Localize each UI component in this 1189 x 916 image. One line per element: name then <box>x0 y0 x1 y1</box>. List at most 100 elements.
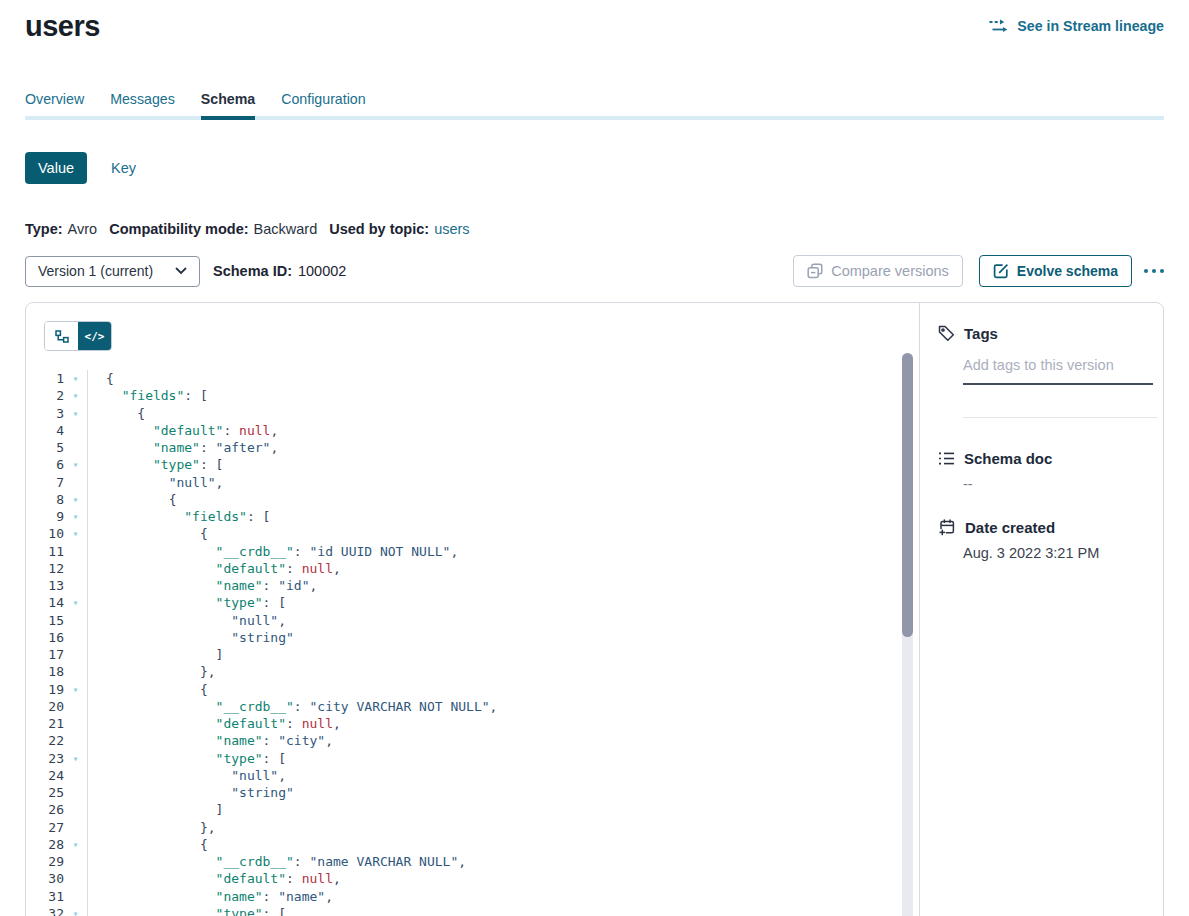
code-text: "fields": [ <box>87 508 895 525</box>
fold-spacer <box>64 819 87 836</box>
line-number: 24 <box>26 767 64 784</box>
compare-versions-button[interactable]: Compare versions <box>793 255 963 287</box>
code-line: 28▾ { <box>26 836 895 853</box>
fold-toggle-icon[interactable]: ▾ <box>64 594 87 611</box>
schema-panel: </> 1▾{2▾ "fields": [3▾ {4 "default": nu… <box>25 302 1164 916</box>
fold-toggle-icon[interactable]: ▾ <box>64 456 87 473</box>
fold-toggle-icon[interactable]: ▾ <box>64 370 87 387</box>
code-line: 14▾ "type": [ <box>26 594 895 611</box>
code-text: "type": [ <box>87 456 895 473</box>
code-text: ] <box>87 801 895 818</box>
scrollbar-thumb[interactable] <box>902 353 913 637</box>
fold-toggle-icon[interactable]: ▾ <box>64 491 87 508</box>
line-number: 19 <box>26 681 64 698</box>
evolve-schema-button[interactable]: Evolve schema <box>979 255 1132 287</box>
tab-configuration[interactable]: Configuration <box>281 91 365 116</box>
line-number: 17 <box>26 646 64 663</box>
tree-view-button[interactable] <box>45 322 78 350</box>
fold-spacer <box>64 629 87 646</box>
line-number: 26 <box>26 801 64 818</box>
code-text: "type": [ <box>87 905 895 916</box>
code-text: "name": "after", <box>87 439 895 456</box>
stream-lineage-link[interactable]: See in Stream lineage <box>989 18 1164 34</box>
code-text: "default": null, <box>87 715 895 732</box>
tab-schema[interactable]: Schema <box>201 91 255 116</box>
code-line: 23▾ "type": [ <box>26 750 895 767</box>
line-number: 23 <box>26 750 64 767</box>
line-number: 27 <box>26 819 64 836</box>
code-line: 8▾ { <box>26 491 895 508</box>
date-created-value: Aug. 3 2022 3:21 PM <box>963 545 1158 561</box>
code-line: 31 "name": "name", <box>26 888 895 905</box>
fold-spacer <box>64 646 87 663</box>
details-sidebar: Tags Schema doc -- <box>919 303 1178 916</box>
fold-spacer <box>64 577 87 594</box>
topbar: users See in Stream lineage <box>25 8 1164 44</box>
add-tags-input[interactable] <box>963 355 1153 385</box>
topic-label: Used by topic: <box>329 221 429 237</box>
compare-versions-icon <box>807 263 823 279</box>
code-text: "null", <box>87 767 895 784</box>
tab-messages[interactable]: Messages <box>110 91 175 116</box>
topic-link[interactable]: users <box>434 221 469 237</box>
line-number: 22 <box>26 732 64 749</box>
fold-toggle-icon[interactable]: ▾ <box>64 405 87 422</box>
line-number: 18 <box>26 663 64 680</box>
code-text: { <box>87 681 895 698</box>
fold-toggle-icon[interactable]: ▾ <box>64 525 87 542</box>
code-lines: 1▾{2▾ "fields": [3▾ {4 "default": null,5… <box>26 370 895 916</box>
code-text: "default": null, <box>87 870 895 887</box>
type-value: Avro <box>68 221 98 237</box>
code-line: 9▾ "fields": [ <box>26 508 895 525</box>
code-text: "__crdb__": "city VARCHAR NOT NULL", <box>87 698 895 715</box>
type-label: Type: <box>25 221 63 237</box>
fold-toggle-icon[interactable]: ▾ <box>64 508 87 525</box>
line-number: 3 <box>26 405 64 422</box>
code-line: 1▾{ <box>26 370 895 387</box>
fold-toggle-icon[interactable]: ▾ <box>64 387 87 404</box>
fold-spacer <box>64 853 87 870</box>
line-number: 7 <box>26 474 64 491</box>
fold-toggle-icon[interactable]: ▾ <box>64 750 87 767</box>
code-line: 15 "null", <box>26 612 895 629</box>
code-line: 30 "default": null, <box>26 870 895 887</box>
code-line: 20 "__crdb__": "city VARCHAR NOT NULL", <box>26 698 895 715</box>
key-tab-button[interactable]: Key <box>111 160 136 176</box>
schema-doc-header: Schema doc <box>938 450 1158 467</box>
code-line: 11 "__crdb__": "id UUID NOT NULL", <box>26 543 895 560</box>
more-actions-button[interactable] <box>1144 263 1164 279</box>
code-pane: </> 1▾{2▾ "fields": [3▾ {4 "default": nu… <box>26 303 919 916</box>
stream-lineage-icon <box>989 18 1009 34</box>
value-tab-button[interactable]: Value <box>25 152 87 184</box>
fold-toggle-icon[interactable]: ▾ <box>64 836 87 853</box>
code-line: 10▾ { <box>26 525 895 542</box>
code-line: 16 "string" <box>26 629 895 646</box>
code-text: "__crdb__": "name VARCHAR NULL", <box>87 853 895 870</box>
code-view-button[interactable]: </> <box>78 322 111 350</box>
code-text: { <box>87 405 895 422</box>
fold-spacer <box>64 870 87 887</box>
version-select[interactable]: Version 1 (current) <box>25 256 200 287</box>
code-line: 3▾ { <box>26 405 895 422</box>
fold-toggle-icon[interactable]: ▾ <box>64 681 87 698</box>
schema-id-value: 100002 <box>298 263 346 279</box>
code-line: 7 "null", <box>26 474 895 491</box>
fold-spacer <box>64 560 87 577</box>
sidebar-divider <box>963 417 1158 418</box>
line-number: 2 <box>26 387 64 404</box>
scrollbar-track[interactable] <box>902 353 913 916</box>
tab-overview[interactable]: Overview <box>25 91 84 116</box>
fold-toggle-icon[interactable]: ▾ <box>64 905 87 916</box>
schema-doc-value: -- <box>963 476 1158 492</box>
mode-toggle: Value Key <box>25 152 1164 184</box>
line-number: 5 <box>26 439 64 456</box>
line-number: 10 <box>26 525 64 542</box>
line-number: 16 <box>26 629 64 646</box>
line-number: 1 <box>26 370 64 387</box>
code-text: "default": null, <box>87 560 895 577</box>
line-number: 9 <box>26 508 64 525</box>
line-number: 12 <box>26 560 64 577</box>
line-number: 30 <box>26 870 64 887</box>
line-number: 6 <box>26 456 64 473</box>
tag-icon <box>938 325 955 342</box>
